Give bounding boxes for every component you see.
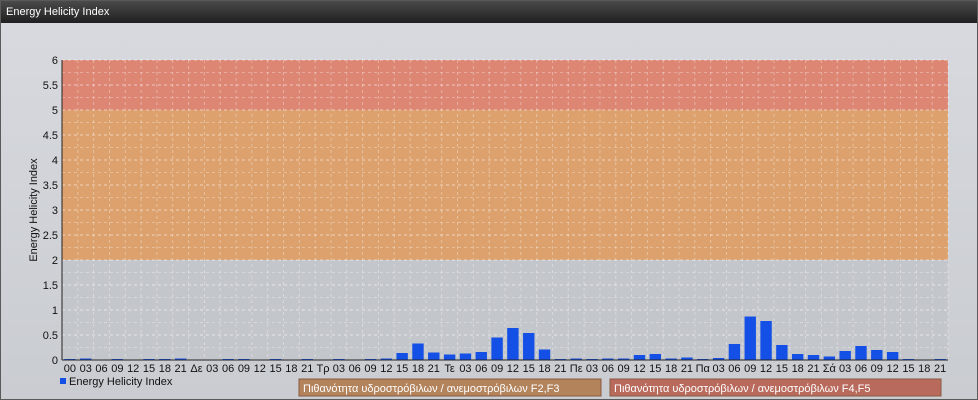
x-tick-label: 15: [776, 363, 788, 375]
bar: [538, 349, 551, 360]
bar: [491, 337, 503, 360]
x-tick-label: 09: [871, 363, 883, 375]
x-tick-label: 15: [396, 363, 408, 375]
bar: [839, 351, 851, 360]
x-tick-label: 15: [523, 363, 535, 375]
x-tick-label: 12: [633, 363, 645, 375]
x-tick-label: Πε: [570, 363, 583, 375]
x-tick-label: 06: [222, 363, 234, 375]
x-tick-label: 12: [127, 363, 139, 375]
x-tick-label: 09: [618, 363, 630, 375]
bar: [475, 352, 487, 360]
x-tick-label: 15: [649, 363, 661, 375]
y-tick-label: 4.5: [43, 130, 58, 142]
bar: [760, 321, 772, 360]
x-tick-label: 12: [887, 363, 899, 375]
x-tick-label: 03: [712, 363, 724, 375]
x-tick-label: 12: [760, 363, 772, 375]
x-tick-label: 18: [792, 363, 804, 375]
x-tick-label: 06: [349, 363, 361, 375]
bar: [776, 345, 788, 360]
x-tick-label: 09: [364, 363, 376, 375]
x-tick-label: Τε: [444, 363, 455, 375]
x-tick-label: 18: [285, 363, 297, 375]
x-tick-label: Τρ: [317, 363, 330, 375]
bar: [649, 354, 661, 360]
bar: [633, 355, 646, 360]
bar: [807, 355, 820, 360]
bar: [823, 356, 836, 360]
x-tick-label: 06: [728, 363, 740, 375]
bar: [871, 350, 883, 360]
legend-label: Energy Helicity Index: [69, 376, 173, 388]
x-tick-label: 03: [333, 363, 345, 375]
x-tick-label: Δε: [190, 363, 202, 375]
y-axis-title: Energy Helicity Index: [28, 158, 40, 262]
y-tick-label: 1.5: [43, 280, 58, 292]
legend: Energy Helicity Index Πιθανότητα υδροστρό…: [60, 376, 942, 397]
x-tick-label: 18: [538, 363, 550, 375]
x-tick-label: 06: [475, 363, 487, 375]
x-tick-label: 21: [301, 363, 313, 375]
bar: [523, 333, 535, 360]
x-tick-label: 09: [111, 363, 123, 375]
x-tick-label: 03: [459, 363, 471, 375]
y-tick-label: 0.5: [43, 330, 58, 342]
x-tick-label: 09: [238, 363, 250, 375]
x-tick-label: 00: [64, 363, 76, 375]
bar: [459, 353, 472, 360]
y-tick-label: 6: [52, 55, 58, 67]
x-tick-label: 06: [855, 363, 867, 375]
bar: [855, 346, 867, 360]
bar: [428, 352, 440, 360]
x-tick-label: 15: [902, 363, 914, 375]
band-legend-label-1: Πιθανότητα υδροστρόβιλων / ανεμοστρόβιλω…: [303, 383, 560, 395]
y-tick-label: 4: [52, 155, 58, 167]
bar: [507, 328, 519, 360]
x-tick-label: 15: [269, 363, 281, 375]
bar: [412, 343, 424, 360]
x-tick-label: 21: [175, 363, 187, 375]
bar: [886, 352, 899, 360]
bar: [396, 353, 408, 360]
bar: [443, 354, 456, 360]
x-tick-label: 03: [586, 363, 598, 375]
y-tick-label: 3.5: [43, 180, 58, 192]
y-tick-label: 0: [52, 355, 58, 367]
x-tick-label: 21: [554, 363, 566, 375]
x-tick-label: 15: [143, 363, 155, 375]
x-tick-label: 06: [95, 363, 107, 375]
x-tick-label: 18: [159, 363, 171, 375]
y-tick-label: 1: [52, 305, 58, 317]
x-tick-label: 12: [507, 363, 519, 375]
x-tick-label: 06: [602, 363, 614, 375]
x-tick-label: 18: [665, 363, 677, 375]
y-tick-label: 5.5: [43, 80, 58, 92]
y-tick-label: 2.5: [43, 230, 58, 242]
bar: [792, 354, 804, 360]
y-tick-label: 3: [52, 205, 58, 217]
band-legend-label-2: Πιθανότητα υδροστρόβιλων / ανεμοστρόβιλω…: [614, 383, 871, 395]
x-tick-label: 03: [80, 363, 92, 375]
legend-swatch: [60, 378, 66, 384]
bar: [744, 316, 756, 360]
x-tick-label: 03: [206, 363, 218, 375]
bar: [728, 344, 741, 360]
x-tick-label: 09: [491, 363, 503, 375]
x-tick-label: 09: [744, 363, 756, 375]
y-tick-label: 2: [52, 255, 58, 267]
x-tick-label: 18: [412, 363, 424, 375]
x-tick-label: Πα: [696, 363, 711, 375]
x-tick-label: 21: [934, 363, 946, 375]
helicity-chart: 00.511.522.533.544.555.5600 03 06 09 12 15 18 2…: [28, 55, 949, 397]
x-tick-label: 12: [254, 363, 266, 375]
x-tick-label: 21: [428, 363, 440, 375]
x-tick-label: Σά: [823, 363, 837, 375]
x-tick-label: 12: [380, 363, 392, 375]
x-tick-label: 18: [918, 363, 930, 375]
x-tick-label: 21: [807, 363, 819, 375]
x-tick-label: 21: [681, 363, 693, 375]
x-tick-label: 03: [839, 363, 851, 375]
y-tick-label: 5: [52, 105, 58, 117]
